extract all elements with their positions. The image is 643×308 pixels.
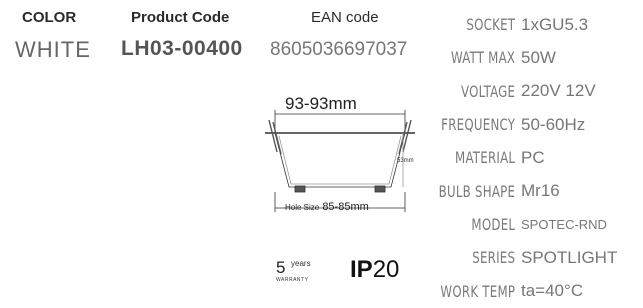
hole-size-prefix: Hole Size: [285, 203, 320, 212]
spec-label: MATERIAL: [455, 148, 516, 168]
spec-label: VOLTAGE: [460, 81, 516, 101]
spec-list: SOCKET 1xGU5.3 WATT MAX 50W VOLTAGE 220V…: [419, 8, 639, 308]
spec-value: 50-60Hz: [521, 114, 586, 134]
spec-label: WORK TEMP: [440, 281, 516, 301]
ip-prefix: IP: [350, 256, 373, 283]
warranty-years: years: [291, 259, 311, 268]
ean-value: 8605036697037: [270, 39, 408, 60]
ean-header: EAN code: [311, 9, 379, 26]
ip-rating-badge: IP20: [350, 256, 399, 284]
spec-value: SPOTLIGHT: [521, 247, 618, 267]
warranty-badge: 5 years WARRANTY: [270, 255, 320, 285]
spec-label: SERIES: [472, 248, 516, 268]
spec-value: Mr16: [521, 181, 560, 201]
top-dimension-label: 93-93mm: [285, 94, 357, 113]
product-code-value: LH03-00400: [121, 37, 243, 60]
spec-row-material: MATERIAL PC: [419, 141, 639, 174]
hole-size-label: Hole Size 85-85mm: [285, 201, 369, 213]
spec-value: 1xGU5.3: [521, 14, 589, 34]
color-value: WHITE: [15, 37, 91, 62]
spec-row-voltage: VOLTAGE 220V 12V: [419, 75, 639, 108]
spec-value: SPOTEC-RND: [521, 216, 607, 232]
spec-label: FREQUENCY: [441, 115, 516, 135]
spec-value: ta=40°C: [521, 281, 584, 301]
spec-row-series: SERIES SPOTLIGHT: [419, 241, 639, 274]
warranty-number: 5: [276, 258, 286, 277]
spec-row-model: MODEL SPOTEC-RND: [419, 208, 639, 241]
color-header: COLOR: [22, 9, 77, 26]
hole-size-value: 85-85mm: [322, 201, 369, 213]
spec-row-watt-max: WATT MAX 50W: [419, 41, 639, 74]
spec-label: MODEL: [471, 214, 516, 234]
spec-label: BULB SHAPE: [438, 181, 516, 201]
spec-row-socket: SOCKET 1xGU5.3: [419, 8, 639, 41]
height-dimension-label: 53mm: [397, 158, 414, 164]
spec-row-bulb-shape: BULB SHAPE Mr16: [419, 174, 639, 207]
spec-row-frequency: FREQUENCY 50-60Hz: [419, 108, 639, 141]
spec-row-work-temp: WORK TEMP ta=40°C: [419, 274, 639, 307]
spec-value: 220V 12V: [521, 81, 596, 101]
spec-label: WATT MAX: [451, 48, 516, 68]
warranty-label: WARRANTY: [276, 277, 309, 283]
product-code-header: Product Code: [131, 9, 230, 26]
spec-label: SOCKET: [466, 15, 516, 35]
spec-value: 50W: [521, 47, 556, 67]
spec-value: PC: [521, 147, 545, 167]
ip-number: 20: [372, 256, 400, 283]
